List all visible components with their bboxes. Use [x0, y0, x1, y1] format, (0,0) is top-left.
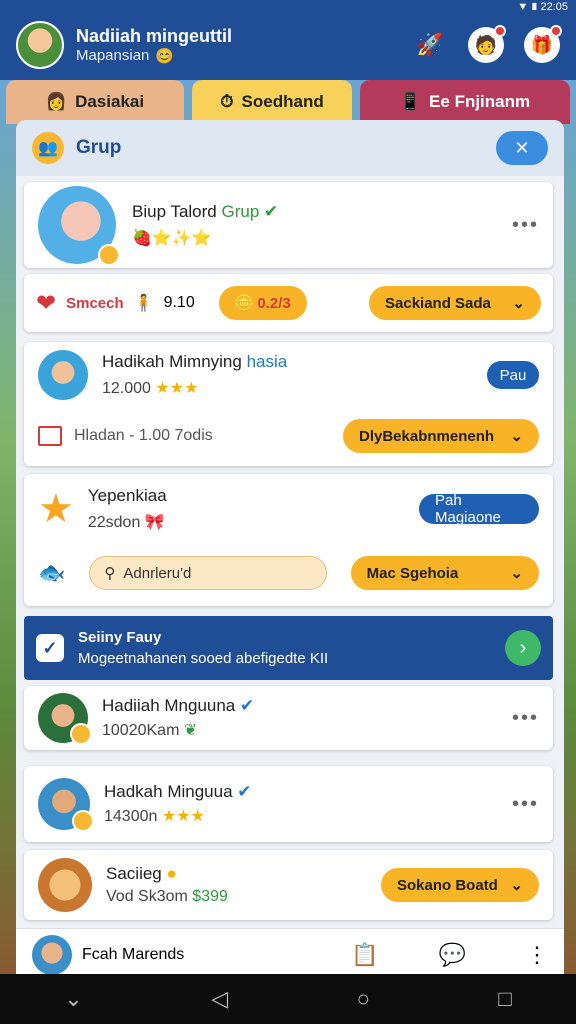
group-icon: 👥: [32, 132, 64, 164]
coin-icon: ●: [166, 864, 177, 883]
smile-icon: 😊: [155, 47, 175, 65]
chevron-down-icon[interactable]: ⌄: [64, 986, 82, 1012]
member-meta: Hladan - 1.00 7odis: [74, 427, 213, 444]
stats-row: ❤ Smcech 🧍 9.10 🪙 0.2/3 Sackiand Sada ⌄: [24, 274, 553, 332]
member-avatar: [38, 778, 94, 832]
friend-avatar-icon[interactable]: 🧑: [468, 25, 506, 63]
more-options-icon[interactable]: •••: [512, 214, 539, 237]
chevron-down-icon: ⌄: [512, 295, 525, 312]
clipboard-icon[interactable]: 📋: [351, 942, 378, 968]
panel-header: 👥 Grup ✕: [16, 120, 564, 176]
back-icon[interactable]: ◁: [211, 986, 228, 1012]
tab-dasiakai[interactable]: 👩 Dasiakai: [6, 80, 184, 124]
list-icon: [38, 426, 62, 446]
avatar-icon: 👩: [45, 92, 68, 111]
achievement-card: ★ Yepenkiaa 22sdon 🎀 Pah Magiaone 🐟 ⚲ Adn…: [24, 474, 553, 606]
home-icon[interactable]: ○: [357, 986, 370, 1012]
group-title: Biup Talord: [132, 202, 217, 221]
heart-icon: ❤: [36, 289, 57, 317]
bottom-tabs: Fcah Marends 📋 💬 ⋮: [16, 928, 564, 980]
tab-soedhand[interactable]: ⏱ Soedhand: [192, 80, 352, 124]
chevron-right-icon[interactable]: ›: [505, 630, 541, 666]
coin-icon: 🪙: [234, 295, 254, 312]
list-item[interactable]: Saciieg ● Vod Sk3om $399 Sokano Boatd ⌄: [24, 850, 553, 920]
stats-dropdown[interactable]: Sackiand Sada ⌄: [369, 286, 541, 320]
stats-label: Smcech: [66, 294, 124, 312]
chevron-down-icon: ⌄: [510, 428, 523, 445]
group-badges: 🍓⭐✨⭐: [132, 230, 212, 247]
recents-icon[interactable]: □: [498, 986, 511, 1012]
group-title-tag: Grup: [221, 202, 260, 221]
system-navbar: ⌄ ◁ ○ □: [0, 974, 576, 1024]
clock-icon: ⏱: [220, 92, 234, 111]
list-dropdown[interactable]: Sokano Boatd ⌄: [381, 868, 539, 902]
chevron-down-icon: ⌄: [510, 565, 523, 582]
banner-text: Mogeetnahanen sooed abefigedte KII: [78, 650, 329, 667]
profile-name: Nadiiah mingeuttil: [76, 25, 233, 46]
close-button[interactable]: ✕: [496, 131, 548, 165]
banner-title: Seiiny Fauy: [78, 629, 162, 646]
tab-fnjinanm[interactable]: 📱 Ee Fnjinanm: [360, 80, 570, 124]
notice-banner[interactable]: ✓ Seiiny Fauy Mogeetnahanen sooed abefig…: [24, 616, 553, 680]
top-tabs: 👩 Dasiakai ⏱ Soedhand 📱 Ee Fnjinanm: [0, 80, 576, 124]
top-header: Nadiiah mingeuttil Mapansian 😊 🚀 🧑 🎁: [0, 10, 576, 80]
menu-icon[interactable]: ⋮: [526, 942, 548, 968]
more-options-icon[interactable]: •••: [512, 707, 539, 730]
member-avatar: [38, 350, 88, 400]
star-icon: ★★★: [161, 808, 205, 825]
member-avatar: [38, 693, 92, 745]
group-card[interactable]: Biup Talord Grup ✔ 🍓⭐✨⭐ •••: [24, 182, 553, 268]
bottom-label: Fcah Marends: [82, 945, 185, 963]
user-avatar[interactable]: [32, 934, 72, 975]
leaf-icon: ❦: [183, 722, 198, 739]
gift-icon[interactable]: 🎁: [524, 25, 562, 63]
coins-pill[interactable]: 🪙 0.2/3: [218, 286, 307, 320]
chevron-down-icon: ⌄: [510, 877, 523, 894]
star-icon: ★★★: [155, 380, 199, 397]
member-action-button[interactable]: Pau: [487, 361, 539, 389]
check-icon[interactable]: ✓: [36, 634, 64, 662]
verified-icon: ✔: [237, 782, 252, 801]
bow-icon: 🎀: [144, 514, 165, 531]
member-dropdown[interactable]: DlyBekabnmenenh ⌄: [343, 419, 539, 453]
profile-avatar[interactable]: [16, 21, 64, 69]
achievement-dropdown[interactable]: Mac Sgehoia ⌄: [350, 556, 539, 590]
group-panel: 👥 Grup ✕ Biup Talord Grup ✔ 🍓⭐✨⭐ ••• ❤ S…: [16, 120, 564, 980]
verified-icon: ✔: [264, 202, 279, 221]
fish-icon: 🐟: [38, 560, 66, 585]
achievement-input[interactable]: ⚲ Adnrleru'd: [89, 556, 327, 590]
more-options-icon[interactable]: •••: [512, 793, 539, 816]
verified-icon: ✔: [240, 696, 255, 715]
person-icon: 🧍: [133, 295, 154, 312]
group-avatar: [38, 186, 120, 266]
member-card: Hadikah Mimnying hasia 12.000 ★★★ Pau Hl…: [24, 342, 553, 466]
search-icon: ⚲: [104, 565, 116, 582]
panel-title: Grup: [76, 137, 122, 158]
list-item[interactable]: Hadkah Minguua ✔ 14300n ★★★ •••: [24, 766, 553, 842]
chat-icon[interactable]: 💬: [439, 942, 466, 968]
achievement-button[interactable]: Pah Magiaone: [419, 492, 539, 526]
list-item[interactable]: Hadiiah Mnguuna ✔ 10020Kam ❦ •••: [24, 686, 553, 750]
star-badge-icon: ★: [38, 487, 74, 531]
stats-value: 9.10: [163, 294, 195, 311]
rocket-icon[interactable]: 🚀: [412, 27, 448, 63]
coin-avatar: [38, 858, 92, 912]
phone-icon: 📱: [399, 92, 422, 111]
profile-subtitle: Mapansian: [76, 47, 150, 64]
